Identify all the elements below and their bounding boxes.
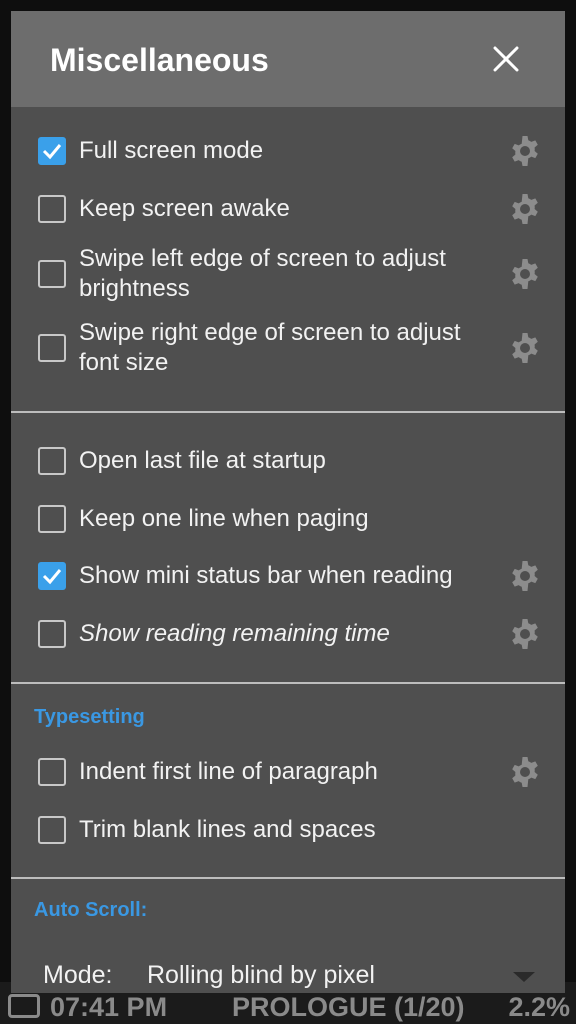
status-percent: 2.2% <box>508 992 570 1022</box>
option-label: Show mini status bar when reading <box>79 562 453 589</box>
option-label: Open last file at startup <box>79 447 326 474</box>
option-keep-one-line[interactable]: Keep one line when paging <box>11 494 565 544</box>
gear-icon[interactable] <box>508 559 542 593</box>
checkbox-reading-remaining-time[interactable] <box>38 620 66 648</box>
miscellaneous-dialog: Miscellaneous Full screen mode Keep scre… <box>11 11 565 993</box>
section-divider <box>11 411 565 413</box>
checkbox-trim-blank-lines[interactable] <box>38 816 66 844</box>
option-mini-status-bar[interactable]: Show mini status bar when reading <box>11 551 565 601</box>
option-label: Trim blank lines and spaces <box>79 816 376 843</box>
close-button[interactable] <box>481 39 531 79</box>
battery-icon <box>8 994 40 1018</box>
checkmark-icon <box>42 144 62 160</box>
option-label: Show reading remaining time <box>79 620 390 647</box>
option-label: Indent first line of paragraph <box>79 758 378 785</box>
gear-icon[interactable] <box>508 617 542 651</box>
section-divider <box>11 877 565 879</box>
dropdown-arrow-icon <box>513 972 535 982</box>
option-swipe-left-brightness[interactable]: Swipe left edge of screen to adjust brig… <box>11 244 565 308</box>
option-open-last-file[interactable]: Open last file at startup <box>11 436 565 486</box>
section-title-auto-scroll: Auto Scroll: <box>34 899 148 921</box>
gear-icon[interactable] <box>508 257 542 291</box>
dialog-title: Miscellaneous <box>50 42 269 78</box>
checkbox-keep-one-line[interactable] <box>38 505 66 533</box>
option-swipe-right-font-size[interactable]: Swipe right edge of screen to adjust fon… <box>11 318 565 382</box>
checkbox-mini-status-bar[interactable] <box>38 562 66 590</box>
option-label: Swipe left edge of screen to adjust brig… <box>79 245 446 302</box>
checkbox-keep-screen-awake[interactable] <box>38 195 66 223</box>
option-indent-first-line[interactable]: Indent first line of paragraph <box>11 747 565 797</box>
checkbox-swipe-left-brightness[interactable] <box>38 260 66 288</box>
option-label: Keep screen awake <box>79 195 290 222</box>
gear-icon[interactable] <box>508 755 542 789</box>
status-time: 07:41 PM <box>50 992 168 1022</box>
option-reading-remaining-time[interactable]: Show reading remaining time <box>11 609 565 659</box>
mode-label: Mode: <box>43 961 113 989</box>
dialog-header: Miscellaneous <box>11 11 565 107</box>
checkmark-icon <box>42 569 62 585</box>
status-chapter: PROLOGUE (1/20) <box>232 992 465 1022</box>
option-full-screen-mode[interactable]: Full screen mode <box>11 126 565 176</box>
checkbox-open-last-file[interactable] <box>38 447 66 475</box>
auto-scroll-mode-select[interactable]: Rolling blind by pixel <box>141 951 551 993</box>
mode-value: Rolling blind by pixel <box>147 961 375 989</box>
checkbox-full-screen-mode[interactable] <box>38 137 66 165</box>
option-label: Keep one line when paging <box>79 505 369 532</box>
gear-icon[interactable] <box>508 134 542 168</box>
section-divider <box>11 682 565 684</box>
gear-icon[interactable] <box>508 331 542 365</box>
option-label: Full screen mode <box>79 137 264 164</box>
option-trim-blank-lines[interactable]: Trim blank lines and spaces <box>11 805 565 855</box>
gear-icon[interactable] <box>508 192 542 226</box>
option-keep-screen-awake[interactable]: Keep screen awake <box>11 184 565 234</box>
option-label: Swipe right edge of screen to adjust fon… <box>79 319 461 376</box>
close-icon <box>493 46 519 72</box>
section-title-typesetting: Typesetting <box>34 706 145 728</box>
checkbox-indent-first-line[interactable] <box>38 758 66 786</box>
checkbox-swipe-right-font-size[interactable] <box>38 334 66 362</box>
